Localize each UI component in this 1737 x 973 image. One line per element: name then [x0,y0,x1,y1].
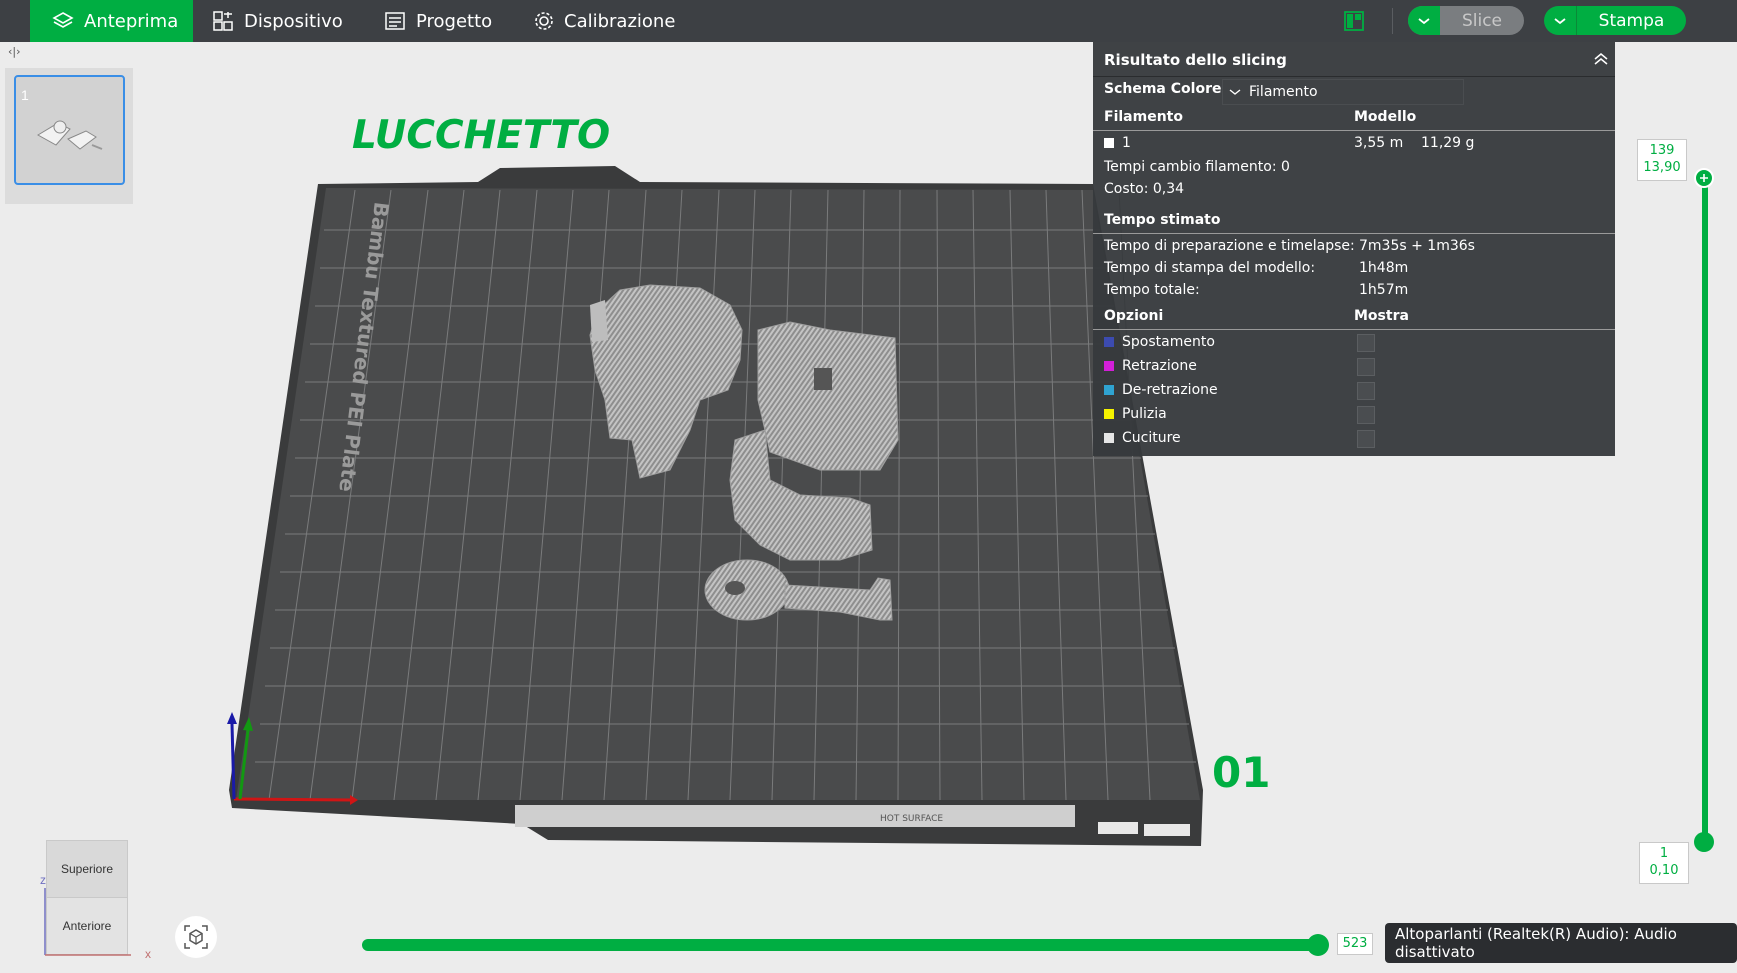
move-slider-track[interactable] [362,939,1316,951]
option-label: Cuciture [1122,430,1181,446]
tab-device[interactable]: Dispositivo [212,0,343,42]
divider [1093,130,1615,131]
z-axis-label: z [40,873,46,887]
view-cube-axes [44,888,131,956]
tab-calibration[interactable]: Calibrazione [534,0,675,42]
estimated-time-title: Tempo stimato [1104,212,1221,228]
filament-row: 1 [1104,135,1131,151]
print-button-group: Stampa [1544,6,1686,35]
top-toolbar: Anteprima Dispositivo Progetto Calibrazi… [0,0,1737,42]
cube-focus-icon [184,925,208,949]
option-label: Retrazione [1122,358,1197,374]
layer-slider-track[interactable] [1702,178,1708,843]
slicing-result-panel: Risultato dello slicing Schema Colore Fi… [1093,42,1615,456]
show-title: Mostra [1354,308,1409,324]
color-scheme-value: Filamento [1249,84,1318,100]
bottom-layer-number: 1 [1659,846,1669,861]
system-tooltip: Altoparlanti (Realtek(R) Audio): Audio d… [1385,923,1737,963]
color-swatch [1104,337,1114,347]
plus-icon [1700,174,1708,182]
option-label: Spostamento [1122,334,1215,350]
collapse-panel-icon[interactable] [1593,52,1609,66]
project-icon [385,12,405,30]
tab-label: Anteprima [84,10,179,32]
color-swatch [1104,361,1114,371]
move-slider-value: 523 [1337,933,1373,955]
option-wipe: Pulizia [1104,406,1167,422]
project-title: LUCCHETTO [352,113,611,158]
plate-list: 1 [5,68,133,204]
layer-slider-bottom-handle[interactable] [1694,832,1714,852]
print-dropdown-button[interactable] [1544,6,1577,35]
tab-preview[interactable]: Anteprima [30,0,193,42]
option-label: De-retrazione [1122,382,1218,398]
top-layer-number: 139 [1649,143,1675,158]
color-scheme-label: Schema Colore [1104,81,1222,97]
prep-time-label: Tempo di preparazione e timelapse: [1104,238,1355,254]
tab-project[interactable]: Progetto [384,0,492,42]
layers-icon [52,12,74,28]
filament-weight: 11,29 g [1421,135,1475,151]
layer-slider-top-handle[interactable] [1694,168,1714,188]
fit-view-button[interactable] [175,916,217,958]
divider [1093,233,1615,234]
collapse-sidebar-icon[interactable]: ‹|› [8,45,24,59]
plate-number: 1 [21,87,29,103]
slice-button-group: Slice [1408,6,1524,35]
slice-dropdown-button[interactable] [1408,6,1440,35]
divider [1093,76,1615,77]
total-time-value: 1h57m [1359,282,1409,298]
color-scheme-select[interactable]: Filamento [1222,79,1464,105]
filament-length: 3,55 m [1354,135,1404,151]
option-travel: Spostamento [1104,334,1215,350]
print-time-value: 1h48m [1359,260,1409,276]
x-axis-label: x [145,947,151,961]
device-icon [213,11,233,31]
filament-change-times: Tempi cambio filamento: 0 [1104,159,1290,175]
tab-label: Dispositivo [244,10,343,32]
chevron-down-icon [1554,17,1566,24]
print-time-label: Tempo di stampa del modello: [1104,260,1316,276]
filament-id: 1 [1122,135,1131,151]
chevron-down-icon [1229,89,1241,95]
col-model-header: Modello [1354,109,1417,125]
top-layer-height: 13,90 [1643,160,1681,175]
option-seams: Cuciture [1104,430,1181,446]
color-swatch [1104,433,1114,443]
layout-icon[interactable] [1343,10,1365,32]
show-deretraction-checkbox[interactable] [1357,382,1375,400]
plate-number-label: 01 [1212,748,1271,797]
move-slider-handle[interactable] [1307,934,1329,956]
hot-surface-label: HOT SURFACE [880,814,944,824]
color-swatch [1104,385,1114,395]
filament-color-swatch [1104,138,1114,148]
panel-title: Risultato dello slicing [1104,51,1287,69]
tab-label: Progetto [416,10,493,32]
plate-thumbnail[interactable]: 1 [14,75,125,185]
bottom-layer-label: 1 0,10 [1639,842,1689,884]
top-layer-label: 139 13,90 [1637,139,1687,181]
show-travel-checkbox[interactable] [1357,334,1375,352]
prep-time-value: 7m35s + 1m36s [1359,238,1475,254]
print-button[interactable]: Stampa [1577,11,1686,31]
show-retraction-checkbox[interactable] [1357,358,1375,376]
divider [1093,329,1615,330]
cost-value: Costo: 0,34 [1104,181,1185,197]
calibration-icon [535,12,553,30]
total-time-label: Tempo totale: [1104,282,1200,298]
show-wipe-checkbox[interactable] [1357,406,1375,424]
divider [1392,8,1393,34]
option-deretraction: De-retrazione [1104,382,1218,398]
slice-button[interactable]: Slice [1440,11,1524,31]
options-title: Opzioni [1104,308,1164,324]
model-thumbnail-icon [37,120,103,150]
option-retraction: Retrazione [1104,358,1197,374]
color-swatch [1104,409,1114,419]
tab-label: Calibrazione [564,10,676,32]
chevron-down-icon [1418,17,1430,24]
option-label: Pulizia [1122,406,1167,422]
col-filament-header: Filamento [1104,109,1183,125]
bottom-layer-height: 0,10 [1649,863,1679,878]
show-seams-checkbox[interactable] [1357,430,1375,448]
